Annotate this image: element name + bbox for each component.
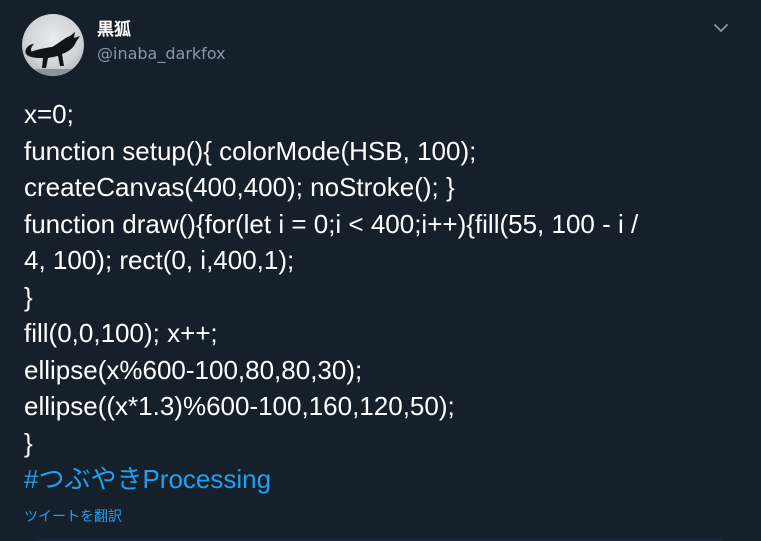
tweet-card: 黒狐 @inaba_darkfox x=0; function setup(){…: [0, 0, 761, 541]
tweet-text-line: ellipse((x*1.3)%600-100,160,120,50);: [24, 391, 455, 421]
tweet-text-line: fill(0,0,100); x++;: [24, 318, 218, 348]
tweet-text-line: createCanvas(400,400); noStroke(); }: [24, 172, 455, 202]
user-block: 黒狐 @inaba_darkfox: [97, 20, 226, 64]
tweet-text-line: x=0;: [24, 99, 74, 129]
hashtag-link[interactable]: #つぶやきProcessing: [24, 461, 271, 498]
tweet-body: x=0; function setup(){ colorMode(HSB, 10…: [24, 96, 749, 498]
tweet-text-line: function setup(){ colorMode(HSB, 100);: [24, 135, 477, 166]
tweet-text-line: ellipse(x%600-100,80,80,30);: [24, 354, 363, 385]
avatar[interactable]: [22, 14, 84, 76]
tweet-text-line: }: [24, 281, 33, 312]
tweet-text-line: function draw(){for(let i = 0;i < 400;i+…: [24, 208, 639, 239]
translate-tweet-link[interactable]: ツイートを翻訳: [24, 506, 122, 526]
user-handle[interactable]: @inaba_darkfox: [97, 44, 226, 64]
tweet-text-line: 4, 100); rect(0, i,400,1);: [24, 245, 295, 275]
tweet-text-line: }: [24, 427, 33, 458]
display-name[interactable]: 黒狐: [97, 20, 226, 40]
tweet-header: 黒狐 @inaba_darkfox: [22, 14, 741, 78]
chevron-down-icon[interactable]: [711, 20, 731, 36]
fox-silhouette-avatar-icon: [22, 32, 84, 76]
